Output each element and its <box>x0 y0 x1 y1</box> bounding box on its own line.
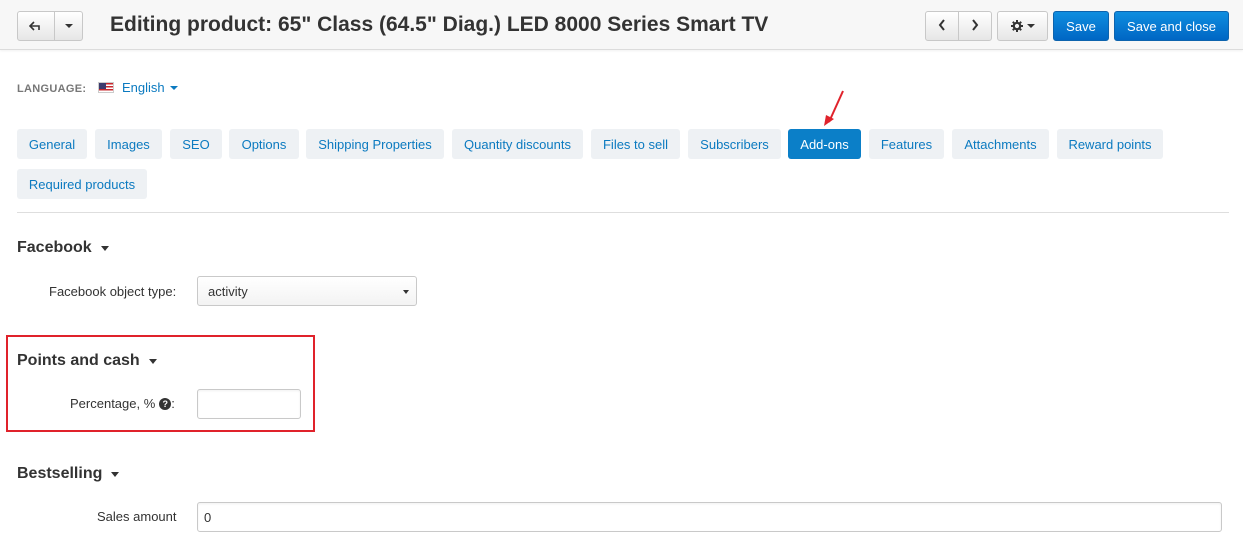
tabs-divider <box>17 212 1229 213</box>
tab-options[interactable]: Options <box>229 129 299 159</box>
top-toolbar: Editing product: 65" Class (64.5" Diag.)… <box>0 0 1243 50</box>
tab-subscribers[interactable]: Subscribers <box>688 129 781 159</box>
bestselling-section-title: Bestselling <box>17 465 103 482</box>
points-and-cash-section-toggle[interactable]: Points and cash <box>17 352 157 370</box>
facebook-section-title: Facebook <box>17 239 92 256</box>
tab-files-to-sell[interactable]: Files to sell <box>591 129 680 159</box>
back-button[interactable] <box>17 11 55 41</box>
us-flag-icon <box>98 82 114 93</box>
chevron-down-icon <box>169 85 178 90</box>
back-dropdown-button[interactable] <box>54 11 83 41</box>
language-label: LANGUAGE: <box>17 83 87 95</box>
percentage-input[interactable] <box>197 389 301 419</box>
tab-quantity-discounts[interactable]: Quantity discounts <box>452 129 583 159</box>
chevron-down-icon <box>64 24 73 28</box>
bestselling-section-toggle[interactable]: Bestselling <box>17 465 120 483</box>
chevron-down-icon <box>100 245 109 251</box>
chevron-left-icon <box>938 18 946 34</box>
back-button-group <box>17 11 83 41</box>
question-circle-icon[interactable]: ? <box>159 397 172 410</box>
tab-images[interactable]: Images <box>95 129 162 159</box>
chevron-down-icon <box>1026 24 1035 28</box>
tab-add-ons[interactable]: Add-ons <box>788 129 861 159</box>
annotation-arrow-icon <box>824 90 844 126</box>
facebook-object-type-select[interactable]: activity <box>197 276 417 306</box>
save-button[interactable]: Save <box>1053 11 1109 41</box>
facebook-object-type-value: activity <box>208 283 248 299</box>
language-value: English <box>122 80 165 95</box>
tab-attachments[interactable]: Attachments <box>952 129 1049 159</box>
arrow-back-icon <box>28 19 43 34</box>
page-title: Editing product: 65" Class (64.5" Diag.)… <box>110 13 769 36</box>
tab-shipping-properties[interactable]: Shipping Properties <box>306 129 444 159</box>
tab-features[interactable]: Features <box>869 129 944 159</box>
facebook-object-type-label: Facebook object type: <box>49 284 177 299</box>
sales-amount-label: Sales amount <box>97 509 177 524</box>
tab-seo[interactable]: SEO <box>170 129 222 159</box>
next-product-button[interactable] <box>958 11 992 41</box>
points-and-cash-section-title: Points and cash <box>17 352 140 369</box>
language-selector[interactable]: English <box>98 80 178 95</box>
sales-amount-input[interactable] <box>197 502 1222 532</box>
percentage-label: Percentage, %?: <box>70 396 175 411</box>
gear-icon <box>1010 20 1023 32</box>
chevron-down-icon <box>148 358 157 364</box>
chevron-down-icon <box>403 290 409 294</box>
tab-required-products[interactable]: Required products <box>17 169 147 199</box>
percentage-label-text: Percentage, % <box>70 396 156 411</box>
save-and-close-button[interactable]: Save and close <box>1114 11 1229 41</box>
tab-general[interactable]: General <box>17 129 87 159</box>
previous-product-button[interactable] <box>925 11 959 41</box>
tab-reward-points[interactable]: Reward points <box>1057 129 1163 159</box>
chevron-down-icon <box>111 471 120 477</box>
chevron-right-icon <box>971 18 979 34</box>
settings-dropdown-button[interactable] <box>997 11 1048 41</box>
percentage-label-colon: : <box>171 396 175 411</box>
facebook-section-toggle[interactable]: Facebook <box>17 239 109 257</box>
